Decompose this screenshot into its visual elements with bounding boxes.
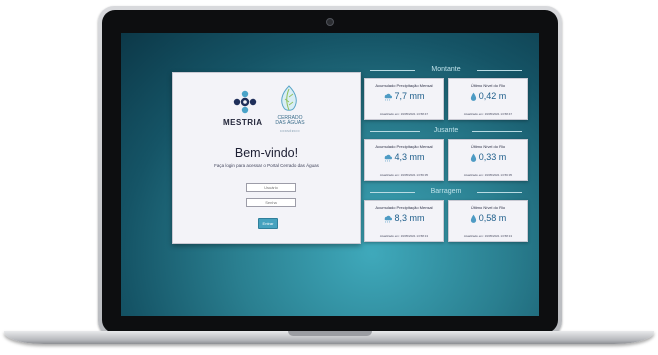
section-header-montante: Montante	[362, 66, 530, 74]
barragem-precipitation-card: Acumulado Precipitação Mensal 8,3 mm Atu…	[364, 200, 444, 242]
card-label: Acumulado Precipitação Mensal	[375, 144, 433, 149]
logo-row: MESTRIA CERRADO DAS ÁGUAS CONSÓRCIO	[173, 85, 360, 137]
card-updated-text: Atualizado em: 19/05/2021 13:58:47	[463, 112, 513, 116]
card-updated-text: Atualizado em: 19/05/2021 13:58:13	[463, 234, 513, 238]
card-updated-text: Atualizado em: 19/05/2021 13:56:35	[379, 173, 429, 177]
card-value: 7,7 mm	[394, 91, 425, 101]
webcam-icon	[326, 18, 334, 26]
card-value: 4,3 mm	[394, 152, 425, 162]
rain-cloud-icon	[385, 93, 393, 101]
enter-button[interactable]: Entrar	[258, 218, 278, 229]
rain-cloud-icon	[385, 154, 393, 162]
card-label: Último Nível do Rio	[470, 83, 506, 88]
password-input[interactable]	[246, 198, 296, 207]
water-drop-icon	[470, 153, 476, 162]
card-value-row: 0,58 m	[449, 213, 527, 223]
card-label: Acumulado Precipitação Mensal	[375, 83, 433, 88]
mestria-logo-text: MESTRIA	[223, 118, 263, 127]
cerrado-logo-text: CERRADO DAS ÁGUAS	[273, 116, 307, 126]
card-label: Acumulado Precipitação Mensal	[375, 205, 433, 210]
card-value: 0,42 m	[478, 91, 507, 101]
jusante-precipitation-card: Acumulado Precipitação Mensal 4,3 mm Atu…	[364, 139, 444, 181]
username-input[interactable]	[246, 183, 296, 192]
laptop-opening-notch	[288, 331, 372, 336]
card-updated-text: Atualizado em: 19/05/2021 13:58:13	[379, 234, 429, 238]
login-card: MESTRIA CERRADO DAS ÁGUAS CONSÓRCIO Bem-…	[172, 72, 361, 244]
cerrado-leaf-logo-icon	[281, 85, 297, 111]
card-value: 0,58 m	[478, 213, 507, 223]
card-updated-text: Atualizado em: 19/05/2021 13:56:35	[463, 173, 513, 177]
card-value-row: 0,42 m	[449, 91, 527, 101]
card-value-row: 0,33 m	[449, 152, 527, 162]
rain-cloud-icon	[385, 215, 393, 223]
card-label: Último Nível do Rio	[470, 205, 506, 210]
card-value-row: 4,3 mm	[365, 152, 443, 162]
card-value-row: 8,3 mm	[365, 213, 443, 223]
barragem-river-level-card: Último Nível do Rio 0,58 m Atualizado em…	[448, 200, 528, 242]
card-updated-text: Atualizado em: 19/05/2021 13:58:47	[379, 112, 429, 116]
card-value-row: 7,7 mm	[365, 91, 443, 101]
section-header-jusante: Jusante	[362, 127, 530, 135]
login-subtitle: Faça login para acessar o Portal Cerrado…	[214, 163, 319, 168]
water-drop-icon	[470, 92, 476, 101]
section-divider	[477, 192, 522, 193]
cerrado-logo-sub: CONSÓRCIO	[280, 130, 300, 133]
water-drop-icon	[470, 214, 476, 223]
montante-river-level-card: Último Nível do Rio 0,42 m Atualizado em…	[448, 78, 528, 120]
section-divider	[472, 131, 522, 132]
jusante-river-level-card: Último Nível do Rio 0,33 m Atualizado em…	[448, 139, 528, 181]
section-divider	[477, 70, 522, 71]
welcome-heading: Bem-vindo!	[234, 146, 299, 160]
card-value: 0,33 m	[478, 152, 507, 162]
section-header-barragem: Barragem	[362, 188, 530, 196]
mestria-logo-icon	[233, 90, 257, 114]
cerrado-logo-line2: DAS ÁGUAS	[275, 120, 305, 126]
app-screen: MESTRIA CERRADO DAS ÁGUAS CONSÓRCIO Bem-…	[121, 33, 539, 316]
card-value: 8,3 mm	[394, 213, 425, 223]
montante-precipitation-card: Acumulado Precipitação Mensal 7,7 mm Atu…	[364, 78, 444, 120]
card-label: Último Nível do Rio	[470, 144, 506, 149]
